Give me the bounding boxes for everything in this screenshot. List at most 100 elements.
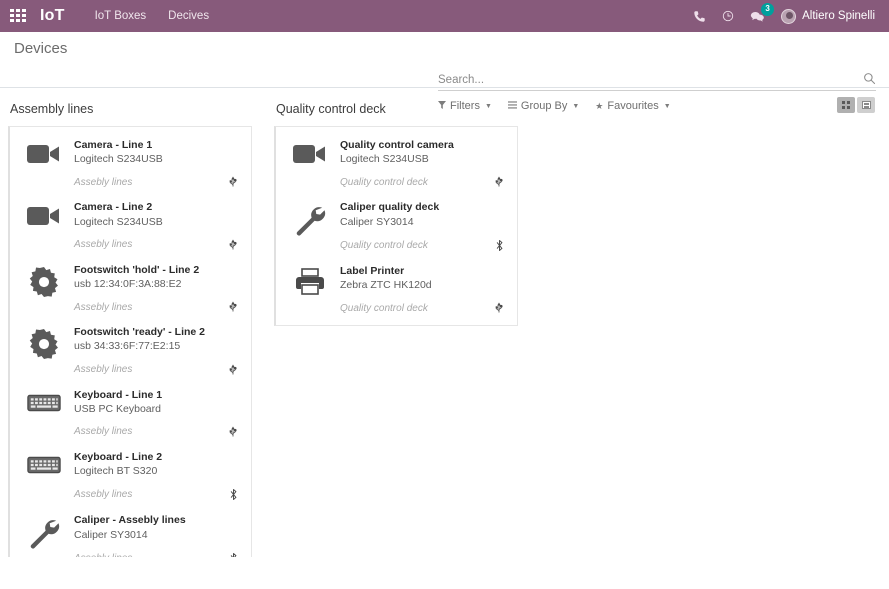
device-record[interactable]: Camera - Line 1 Logitech S234USB Assebly… [10,131,251,193]
wrench-icon [16,513,72,549]
usb-icon [227,239,243,251]
device-record[interactable]: Keyboard - Line 2 Logitech BT S320 Asseb… [10,443,251,506]
device-iot-box: Assebly lines [74,489,133,501]
device-iot-box: Quality control deck [340,302,428,314]
device-record[interactable]: Footswitch 'ready' - Line 2 usb 34:33:6F… [10,318,251,380]
device-model: Caliper SY3014 [340,215,414,228]
search-view [438,72,876,91]
device-record[interactable]: Caliper quality deck Caliper SY3014 Qual… [276,193,517,256]
kanban-column-quality-control-deck: Quality control deck Quality control cam… [266,102,526,557]
control-panel: Devices Filters ▼ Group By ▼ [0,32,889,113]
device-name: Quality control camera [340,139,454,151]
search-options-row: Filters ▼ Group By ▼ ★ Favourites ▼ [438,100,671,112]
device-model: Caliper SY3014 [74,528,148,541]
device-iot-box: Assebly lines [74,301,133,313]
device-record[interactable]: Quality control camera Logitech S234USB … [276,131,517,193]
device-iot-box: Assebly lines [74,553,132,557]
user-name-label: Altiero Spinelli [802,10,875,22]
usb-icon [493,302,509,314]
device-model: Zebra ZTC HK120d [340,278,432,291]
device-iot-box: Quality control deck [340,239,428,251]
filters-button[interactable]: Filters ▼ [438,100,492,112]
device-iot-box: Assebly lines [74,239,133,251]
keyboard-icon [16,388,72,414]
column-title: Assembly lines [10,102,94,116]
kanban-column-assembly-lines: Assembly lines Camera - Line 1 Logitech … [0,102,260,557]
apps-grid-icon[interactable] [10,9,28,23]
device-name: Camera - Line 1 [74,139,153,151]
printer-icon [282,264,338,296]
device-model: Logitech S234USB [74,153,163,166]
search-input[interactable] [438,74,863,86]
device-name: Keyboard - Line 1 [74,388,163,401]
usb-icon [227,176,243,188]
breadcrumb[interactable]: Devices [14,40,67,57]
device-iot-box: Quality control deck [340,176,428,188]
chevron-down-icon: ▼ [663,102,671,110]
navbar-right-tools: 3 Altiero Spinelli [693,2,879,24]
group-by-label: Group By [520,100,568,112]
device-model: USB PC Keyboard [74,402,161,415]
messages-icon[interactable]: 3 [750,2,775,23]
device-model: Logitech S234USB [340,153,429,166]
kanban-card-group: Camera - Line 1 Logitech S234USB Assebly… [8,126,252,557]
device-name: Camera - Line 2 [74,201,153,214]
kanban-card-group: Quality control camera Logitech S234USB … [274,126,518,327]
device-name: Footswitch 'hold' - Line 2 [74,263,200,276]
device-record[interactable]: Footswitch 'hold' - Line 2 usb 12:34:0F:… [10,256,251,318]
usb-icon [227,364,243,376]
device-model: usb 12:34:0F:3A:88:E2 [74,277,182,290]
avatar [781,8,797,24]
view-switcher [837,97,875,113]
nav-item-iot-boxes[interactable]: IoT Boxes [95,10,147,22]
filters-label: Filters [450,100,480,112]
user-menu[interactable]: Altiero Spinelli [781,8,875,24]
gear-icon [16,263,72,297]
kanban-view-button[interactable] [837,97,855,113]
bluetooth-icon [494,239,509,252]
device-name: Label Printer [340,264,405,277]
messages-count-badge: 3 [761,2,775,16]
kanban-board: Assembly lines Camera - Line 1 Logitech … [0,88,889,557]
usb-icon [227,426,243,438]
usb-icon [227,301,243,313]
device-record[interactable]: Caliper - Assebly lines Caliper SY3014 A… [10,506,251,557]
usb-icon [493,176,509,188]
video-camera-icon [16,200,72,228]
device-iot-box: Assebly lines [74,176,133,188]
gear-icon [16,325,72,360]
navbar-menu: IoT Boxes Decives [95,10,209,22]
video-camera-icon [16,138,72,166]
filter-funnel-icon [438,101,446,111]
keyboard-icon [16,450,72,476]
device-model: Logitech BT S320 [74,465,158,478]
favourites-button[interactable]: ★ Favourites ▼ [595,100,670,112]
device-name: Footswitch 'ready' - Line 2 [74,326,206,339]
nav-item-devices[interactable]: Decives [168,10,209,22]
device-name: Caliper - Assebly lines [74,514,186,527]
top-navbar: IoT IoT Boxes Decives 3 Altiero Spinelli [0,0,889,32]
device-name: Caliper quality deck [340,201,440,214]
bars-icon [507,101,517,111]
phone-icon[interactable] [693,10,706,23]
device-record[interactable]: Camera - Line 2 Logitech S234USB Assebly… [10,193,251,255]
device-iot-box: Assebly lines [74,364,133,376]
search-icon[interactable] [863,72,876,88]
list-view-button[interactable] [857,97,875,113]
bluetooth-icon [228,552,243,557]
clock-icon[interactable] [722,10,734,22]
chevron-down-icon: ▼ [484,102,492,110]
device-record[interactable]: Label Printer Zebra ZTC HK120d Quality c… [276,257,517,319]
star-icon: ★ [595,100,604,111]
device-iot-box: Assebly lines [74,426,133,438]
device-model: Logitech S234USB [74,215,163,228]
device-model: usb 34:33:6F:77:E2:15 [74,340,181,353]
group-by-button[interactable]: Group By ▼ [507,100,579,112]
list-icon [861,101,871,109]
app-brand-title[interactable]: IoT [40,7,65,25]
device-record[interactable]: Keyboard - Line 1 USB PC Keyboard Assebl… [10,381,251,443]
kanban-icon [842,101,850,109]
search-bar[interactable] [438,72,876,91]
device-name: Keyboard - Line 2 [74,450,163,463]
favourites-label: Favourites [607,100,659,112]
